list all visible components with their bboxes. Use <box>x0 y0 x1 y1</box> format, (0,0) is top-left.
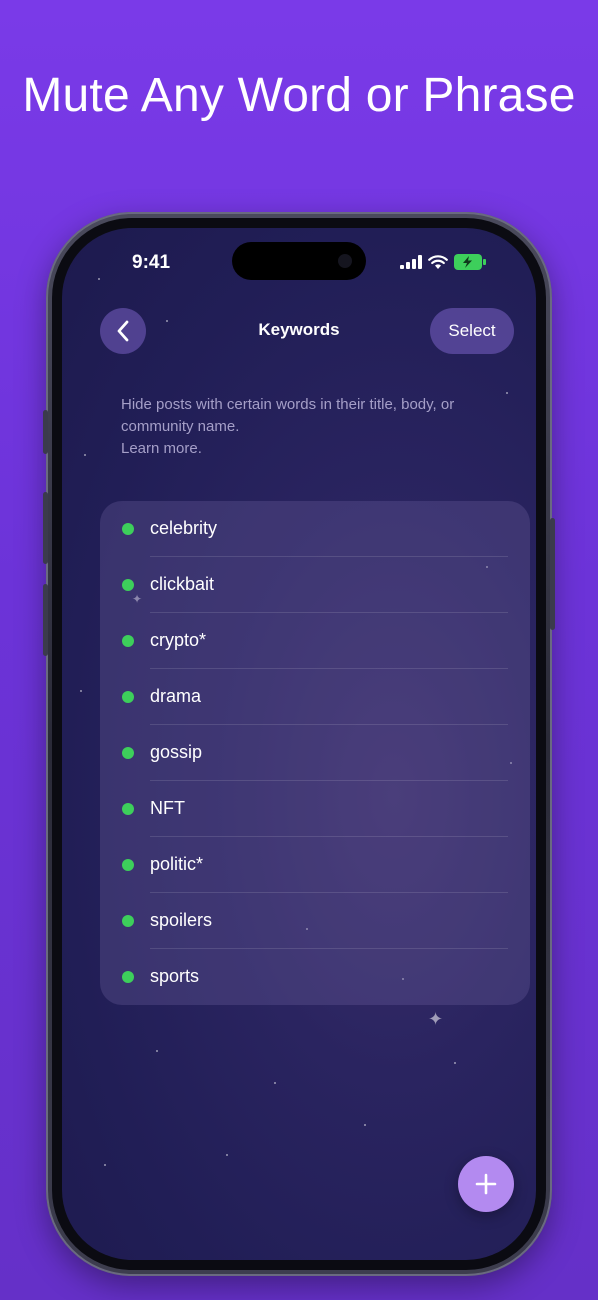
plus-icon <box>475 1173 497 1195</box>
keyword-row[interactable]: politic* <box>100 837 530 893</box>
phone-volume-up-button <box>43 492 48 564</box>
star <box>80 690 82 692</box>
active-status-dot <box>122 915 134 927</box>
active-status-dot <box>122 859 134 871</box>
keyword-row[interactable]: drama <box>100 669 530 725</box>
keyword-row[interactable]: sports <box>100 949 530 1005</box>
star <box>274 1082 276 1084</box>
battery-charging-icon <box>454 254 486 270</box>
camera-icon <box>338 254 352 268</box>
star <box>364 1124 366 1126</box>
app-screen: ✦ ✦ 9:41 Keywords Select Hide posts with… <box>62 228 536 1260</box>
active-status-dot <box>122 803 134 815</box>
keyword-label: politic* <box>150 854 204 874</box>
star <box>104 1164 106 1166</box>
active-status-dot <box>122 971 134 983</box>
sparkle-icon: ✦ <box>428 1009 444 1029</box>
phone-volume-down-button <box>43 584 48 656</box>
keyword-label: celebrity <box>150 518 218 538</box>
keyword-label: NFT <box>150 798 185 818</box>
keyword-label: sports <box>150 966 200 986</box>
signal-icon <box>400 255 422 269</box>
wifi-icon <box>428 254 448 269</box>
active-status-dot <box>122 579 134 591</box>
keyword-list: celebrity clickbait crypto* drama gossip <box>100 501 530 1005</box>
star <box>226 1154 228 1156</box>
keyword-row[interactable]: clickbait <box>100 557 530 613</box>
select-button[interactable]: Select <box>430 308 514 354</box>
dynamic-island <box>232 242 366 280</box>
keyword-label: spoilers <box>150 910 213 930</box>
active-status-dot <box>122 523 134 535</box>
keyword-label: clickbait <box>150 574 215 594</box>
keyword-row[interactable]: NFT <box>100 781 530 837</box>
keyword-row[interactable]: celebrity <box>100 501 530 557</box>
add-keyword-button[interactable] <box>458 1156 514 1212</box>
description-text: Hide posts with certain words in their t… <box>121 396 455 435</box>
learn-more-link[interactable]: Learn more. <box>121 440 202 457</box>
keyword-label: crypto* <box>150 630 207 650</box>
star <box>156 1050 158 1052</box>
keyword-row[interactable]: spoilers <box>100 893 530 949</box>
star <box>98 278 100 280</box>
keyword-row[interactable]: crypto* <box>100 613 530 669</box>
keyword-row[interactable]: gossip <box>100 725 530 781</box>
headline: Mute Any Word or Phrase <box>22 69 576 122</box>
active-status-dot <box>122 635 134 647</box>
keyword-label: gossip <box>150 742 203 762</box>
phone-action-button <box>43 410 48 454</box>
star <box>84 454 86 456</box>
phone-power-button <box>550 518 555 630</box>
star <box>454 1062 456 1064</box>
phone-frame: ✦ ✦ 9:41 Keywords Select Hide posts with… <box>43 212 555 1276</box>
active-status-dot <box>122 691 134 703</box>
active-status-dot <box>122 747 134 759</box>
status-time: 9:41 <box>132 252 171 273</box>
keyword-label: drama <box>150 686 202 706</box>
status-icons <box>400 254 486 270</box>
